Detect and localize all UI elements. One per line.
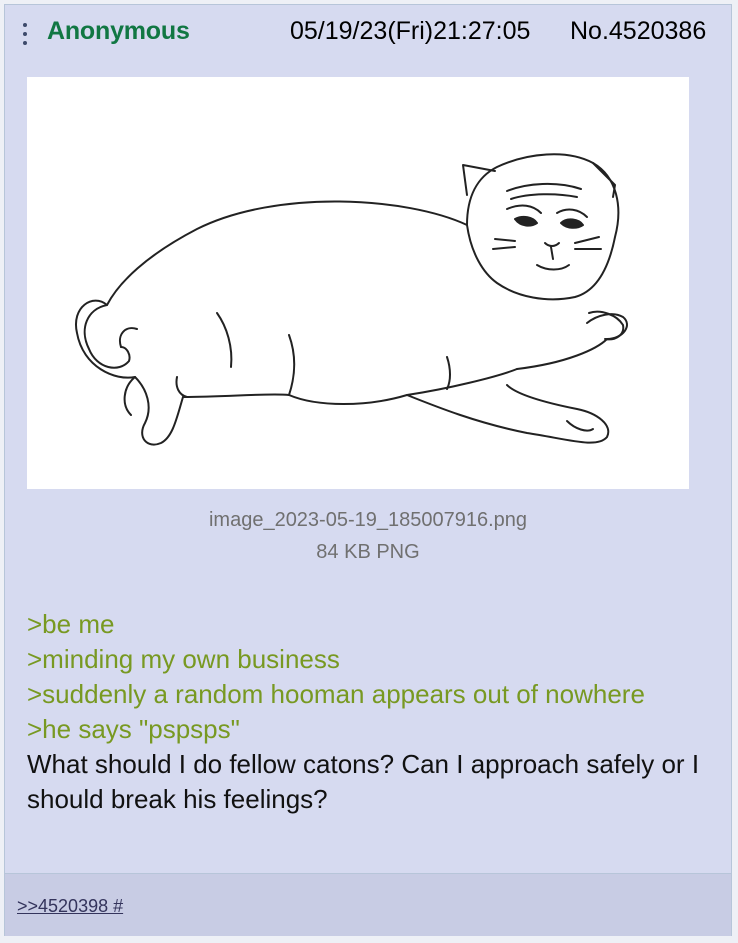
file-name-link[interactable]: image_2023-05-19_185007916.png — [5, 509, 731, 532]
poster-name: Anonymous — [47, 17, 190, 45]
reply-backlink[interactable]: >>4520398 # — [17, 896, 123, 917]
greentext-line: >he says "pspsps" — [27, 714, 240, 744]
post-datetime: 05/19/23(Fri)21:27:05 — [290, 17, 531, 45]
greentext-line: >suddenly a random hooman appears out of… — [27, 679, 645, 709]
file-size: 84 KB PNG — [316, 541, 420, 563]
vertical-ellipsis-icon[interactable] — [21, 23, 29, 49]
post-footer: >>4520398 # — [5, 873, 731, 936]
post-header: Anonymous 05/19/23(Fri)21:27:05 No.45203… — [5, 5, 731, 61]
post-container: Anonymous 05/19/23(Fri)21:27:05 No.45203… — [4, 4, 732, 936]
post-image[interactable] — [27, 77, 689, 489]
post-message: >be me >minding my own business >suddenl… — [27, 607, 707, 817]
greentext-line: >be me — [27, 609, 115, 639]
greentext-line: >minding my own business — [27, 644, 340, 674]
post-number-link[interactable]: No.4520386 — [570, 17, 706, 46]
cat-drawing-image — [74, 153, 628, 446]
post-body-text: What should I do fellow catons? Can I ap… — [27, 749, 700, 814]
